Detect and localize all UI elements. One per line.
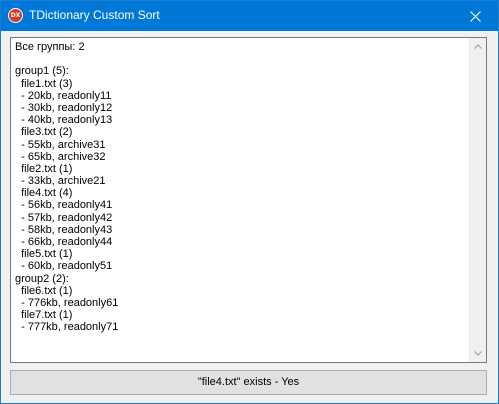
main-window: DX TDictionary Custom Sort Все группы: 2… <box>0 0 499 404</box>
memo-line: file6.txt (1) <box>15 284 73 297</box>
memo-line: - 66kb, readonly44 <box>15 236 113 248</box>
vertical-scrollbar[interactable] <box>469 38 486 362</box>
memo-line: group2 (2): <box>15 272 69 285</box>
memo-line: - 40kb, readonly13 <box>15 114 113 127</box>
memo-line: - 60kb, readonly51 <box>15 260 113 273</box>
scroll-down-button[interactable] <box>470 345 486 362</box>
memo-line: file1.txt (3) <box>15 77 73 90</box>
close-icon <box>470 11 481 22</box>
memo-line: Все группы: 2 <box>15 41 85 53</box>
memo-line: file3.txt (2) <box>15 126 73 139</box>
file-exists-button[interactable]: "file4.txt" exists - Yes <box>10 370 487 395</box>
memo-line: file7.txt (1) <box>15 309 73 322</box>
memo-line: - 20kb, readonly11 <box>15 89 112 102</box>
memo-line: - 65kb, archive32 <box>15 150 106 163</box>
memo-line: - 56kb, readonly41 <box>15 199 113 212</box>
memo-text-area[interactable]: Все группы: 2 group1 (5): file1.txt (3) -… <box>10 37 487 363</box>
memo-line: - 30kb, readonly12 <box>15 101 113 114</box>
memo-line: - 777kb, readonly71 <box>15 321 119 334</box>
memo-lines: Все группы: 2 group1 (5): file1.txt (3) -… <box>15 41 118 334</box>
memo-line: - 58kb, readonly43 <box>15 223 113 236</box>
memo-line: group1 (5): <box>15 65 69 78</box>
close-button[interactable] <box>453 1 498 31</box>
title-bar[interactable]: DX TDictionary Custom Sort <box>1 1 498 31</box>
dx-logo-icon: DX <box>8 8 23 23</box>
memo-line: - 57kb, readonly42 <box>15 211 113 224</box>
window-title: TDictionary Custom Sort <box>29 8 160 22</box>
scroll-up-button[interactable] <box>470 38 486 55</box>
memo-line: file5.txt (1) <box>15 248 73 261</box>
memo-line: - 776kb, readonly61 <box>15 296 119 309</box>
memo-line: file2.txt (1) <box>15 162 73 175</box>
memo-line: file4.txt (4) <box>15 187 73 200</box>
scroll-down-arrow-icon <box>474 351 482 356</box>
memo-line: - 33kb, archive21 <box>15 175 106 188</box>
memo-line <box>15 53 118 65</box>
memo-line: - 55kb, archive31 <box>15 138 106 151</box>
scroll-up-arrow-icon <box>474 44 482 49</box>
